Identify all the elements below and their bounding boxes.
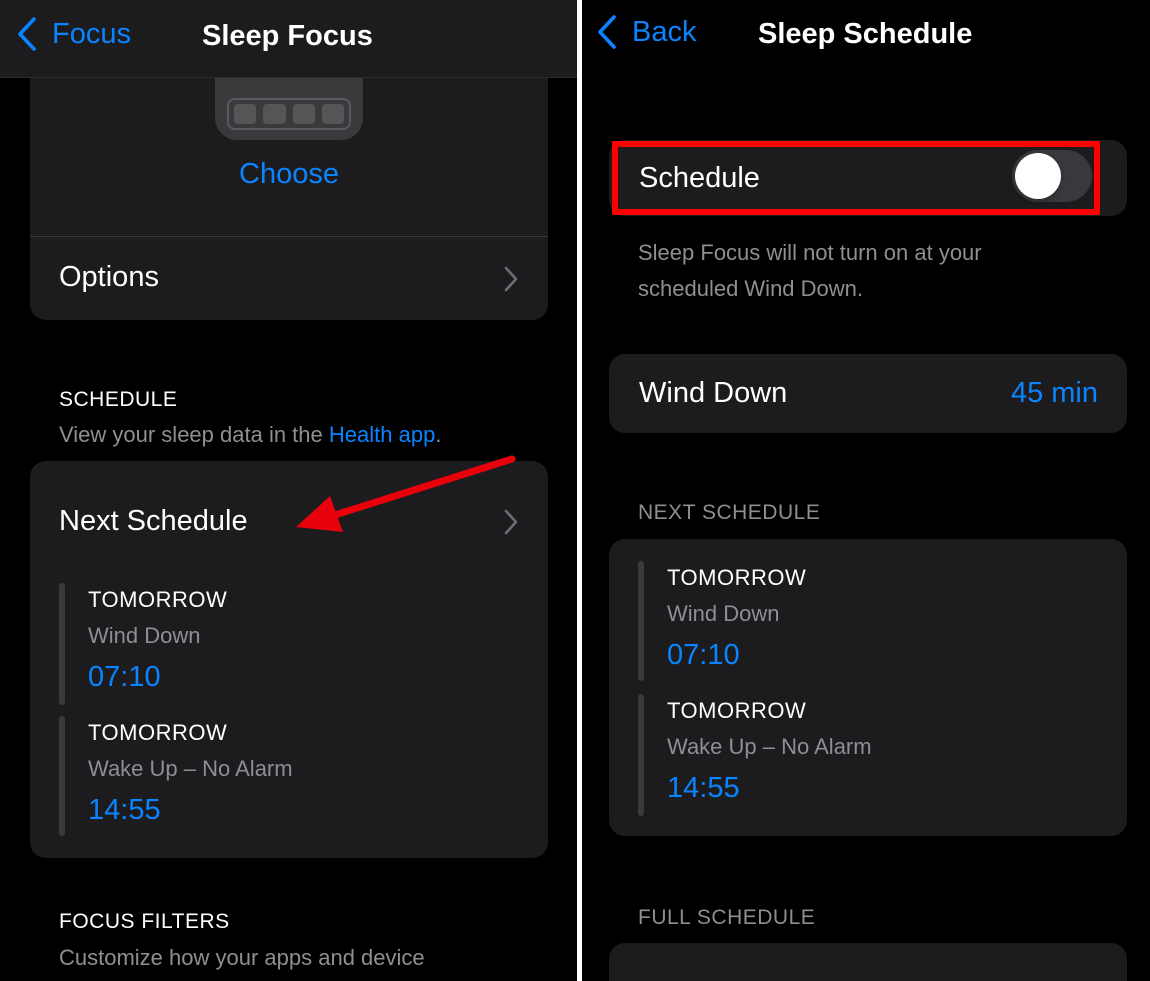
entry-time: 07:10 <box>667 639 740 671</box>
schedule-sub-text: View your sleep data in the <box>59 422 329 447</box>
schedule-toggle[interactable] <box>1012 150 1092 202</box>
entry-bar <box>59 716 65 836</box>
health-app-link[interactable]: Health app <box>329 422 435 447</box>
chevron-right-icon <box>504 509 518 535</box>
schedule-sub-period: . <box>435 422 442 447</box>
schedule-entry-wake-up: TOMORROW Wake Up – No Alarm 14:55 <box>638 694 1088 816</box>
options-row[interactable]: Options <box>30 237 548 320</box>
entry-bar <box>59 583 65 705</box>
entry-bar <box>638 561 644 681</box>
entry-bar <box>638 694 644 816</box>
next-schedule-card[interactable]: Next Schedule TOMORROW Wind Down 07:10 T… <box>30 461 548 858</box>
schedule-note-line: scheduled Wind Down. <box>638 276 864 301</box>
focus-filters-header: FOCUS FILTERS <box>59 910 230 933</box>
sleep-schedule-screen: Back Sleep Schedule Schedule Sleep Focus… <box>582 0 1150 981</box>
schedule-note-line: Sleep Focus will not turn on at your <box>638 240 982 265</box>
entry-time: 14:55 <box>667 772 740 804</box>
lock-screen-card: Choose Options <box>30 40 548 320</box>
entry-day: TOMORROW <box>88 720 228 745</box>
next-schedule-header: NEXT SCHEDULE <box>638 501 821 524</box>
next-schedule-title: Next Schedule <box>59 505 248 537</box>
schedule-entry-wind-down: TOMORROW Wind Down 07:10 <box>638 561 1088 681</box>
wind-down-value: 45 min <box>1010 377 1098 409</box>
schedule-section-subtitle: View your sleep data in the Health app. <box>59 422 441 448</box>
full-schedule-card[interactable] <box>609 943 1127 981</box>
page-title: Sleep Focus <box>202 20 373 52</box>
entry-day: TOMORROW <box>667 565 807 590</box>
chevron-right-icon <box>504 266 518 292</box>
entry-day: TOMORROW <box>667 698 807 723</box>
wind-down-label: Wind Down <box>639 377 788 409</box>
back-label: Back <box>632 15 697 48</box>
focus-filters-subtitle: Customize how your apps and device <box>59 945 425 970</box>
back-label: Focus <box>52 17 131 50</box>
chevron-left-icon <box>598 15 616 49</box>
choose-button[interactable]: Choose <box>30 158 548 191</box>
schedule-entry-wind-down: TOMORROW Wind Down 07:10 <box>59 583 509 705</box>
entry-day: TOMORROW <box>88 587 228 612</box>
schedule-label: Schedule <box>639 162 760 194</box>
entry-kind: Wake Up – No Alarm <box>88 756 293 781</box>
back-button[interactable]: Back <box>596 14 696 50</box>
schedule-entry-wake-up: TOMORROW Wake Up – No Alarm 14:55 <box>59 716 509 836</box>
sleep-focus-screen: Choose Options SCHEDULE View your sleep … <box>0 0 577 981</box>
entry-time: 14:55 <box>88 794 161 826</box>
wind-down-row[interactable]: Wind Down 45 min <box>609 354 1127 433</box>
full-schedule-header: FULL SCHEDULE <box>638 906 816 929</box>
entry-kind: Wind Down <box>667 601 780 626</box>
entry-kind: Wake Up – No Alarm <box>667 734 872 759</box>
back-button[interactable]: Focus <box>16 16 131 52</box>
page-title: Sleep Schedule <box>758 18 973 50</box>
nav-bar: Focus Sleep Focus <box>0 0 577 78</box>
preview-widget-icon <box>227 98 351 130</box>
entry-kind: Wind Down <box>88 623 201 648</box>
schedule-note: Sleep Focus will not turn on at your sch… <box>638 235 982 307</box>
toggle-knob <box>1015 153 1061 199</box>
next-schedule-card: TOMORROW Wind Down 07:10 TOMORROW Wake U… <box>609 539 1127 836</box>
nav-bar: Back Sleep Schedule <box>582 0 1150 78</box>
chevron-left-icon <box>18 17 36 51</box>
entry-time: 07:10 <box>88 661 161 693</box>
schedule-section-header: SCHEDULE <box>59 388 178 411</box>
schedule-card: Schedule <box>609 140 1127 216</box>
options-label: Options <box>59 261 159 293</box>
